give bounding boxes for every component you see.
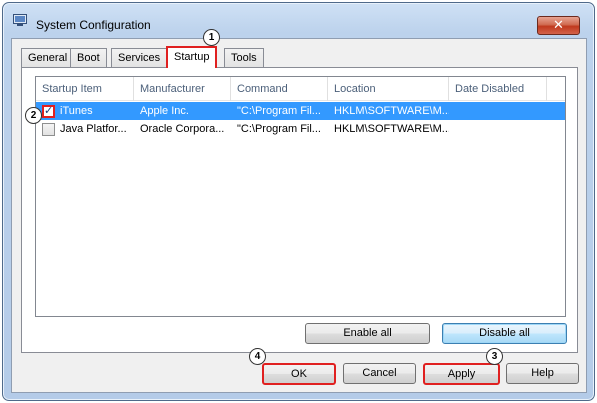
system-configuration-icon xyxy=(13,14,27,26)
enable-all-button[interactable]: Enable all xyxy=(305,323,430,344)
tab-startup[interactable]: Startup xyxy=(166,46,218,68)
cell-date-disabled xyxy=(449,120,547,138)
tab-general[interactable]: General xyxy=(21,48,75,68)
system-configuration-window: System Configuration ✕ General Boot Serv… xyxy=(2,2,595,401)
tab-services[interactable]: Services xyxy=(111,48,168,68)
column-command[interactable]: Command xyxy=(231,77,328,101)
column-date-disabled[interactable]: Date Disabled xyxy=(449,77,547,101)
dialog-body: General Boot Services Startup Tools Star… xyxy=(11,38,587,393)
cell-startup-item: iTunes xyxy=(60,105,93,117)
disable-all-button[interactable]: Disable all xyxy=(442,323,567,344)
list-header: Startup Item Manufacturer Command Locati… xyxy=(36,77,565,101)
cancel-button[interactable]: Cancel xyxy=(343,363,416,384)
callout-1: 1 xyxy=(203,29,220,46)
callout-2: 2 xyxy=(25,107,42,124)
cell-location: HKLM\SOFTWARE\M... xyxy=(334,123,449,135)
apply-button[interactable]: Apply xyxy=(423,363,500,385)
cell-manufacturer: Oracle Corpora... xyxy=(140,123,225,135)
help-button[interactable]: Help xyxy=(506,363,579,384)
cell-command: "C:\Program Fil... xyxy=(237,105,321,117)
callout-3: 3 xyxy=(486,348,503,365)
startup-items-list[interactable]: Startup Item Manufacturer Command Locati… xyxy=(35,76,566,317)
startup-tab-panel: Startup Item Manufacturer Command Locati… xyxy=(21,67,578,353)
callout-4: 4 xyxy=(249,348,266,365)
column-location[interactable]: Location xyxy=(328,77,449,101)
tab-boot[interactable]: Boot xyxy=(70,48,107,68)
window-title: System Configuration xyxy=(36,18,151,32)
cell-startup-item: Java Platfor... xyxy=(60,123,127,135)
cell-date-disabled xyxy=(449,102,547,120)
column-manufacturer[interactable]: Manufacturer xyxy=(134,77,231,101)
ok-button[interactable]: OK xyxy=(262,363,336,385)
list-row-java[interactable]: Java Platfor... Oracle Corpora... "C:\Pr… xyxy=(36,120,565,138)
cell-manufacturer: Apple Inc. xyxy=(140,105,189,117)
cell-command: "C:\Program Fil... xyxy=(237,123,321,135)
tab-tools[interactable]: Tools xyxy=(224,48,264,68)
close-button[interactable]: ✕ xyxy=(537,16,580,35)
column-startup-item[interactable]: Startup Item xyxy=(36,77,134,101)
cell-location: HKLM\SOFTWARE\M... xyxy=(334,105,449,117)
list-row-itunes[interactable]: ✓ iTunes Apple Inc. "C:\Program Fil... H… xyxy=(36,102,565,120)
title-bar[interactable]: System Configuration ✕ xyxy=(3,3,594,35)
close-icon: ✕ xyxy=(553,17,564,32)
